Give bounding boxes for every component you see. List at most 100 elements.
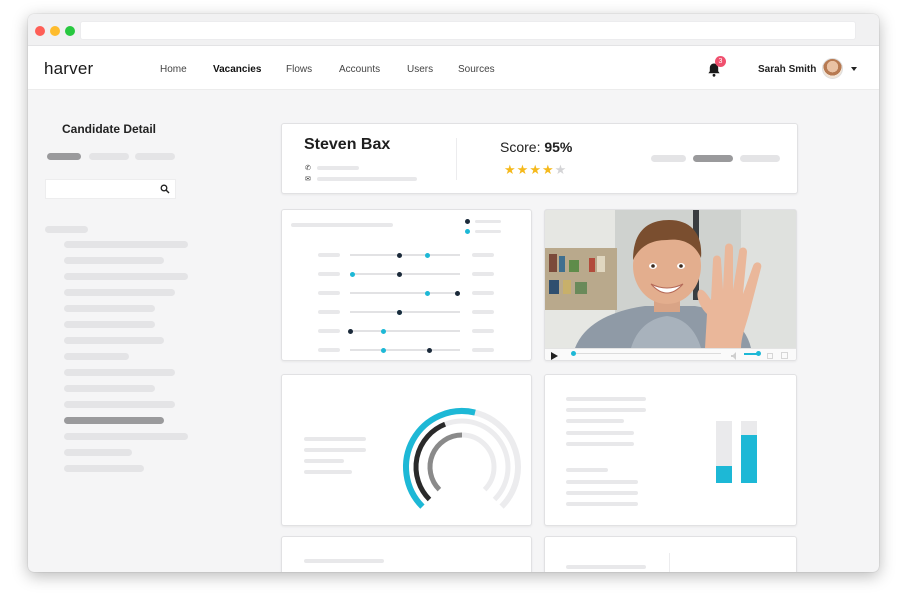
- video-progress-track[interactable]: [576, 353, 721, 354]
- settings-icon[interactable]: [767, 353, 773, 359]
- header-tab-1[interactable]: [651, 155, 686, 162]
- sidebar-item[interactable]: [64, 433, 188, 440]
- score-value: 95%: [544, 139, 573, 155]
- sidebar-item[interactable]: [64, 449, 132, 456]
- user-name[interactable]: Sarah Smith: [758, 64, 816, 75]
- search-input[interactable]: [45, 179, 176, 199]
- summary-card-right: [544, 536, 797, 572]
- bar-chart-card: [544, 374, 797, 526]
- sidebar-item[interactable]: [64, 321, 155, 328]
- sidebar-item[interactable]: [64, 465, 144, 472]
- nav-item-accounts[interactable]: Accounts: [339, 64, 380, 75]
- slider-handle-teal[interactable]: [424, 290, 430, 296]
- nav-item-vacancies[interactable]: Vacancies: [213, 64, 261, 75]
- video-card: [544, 209, 797, 361]
- candidate-header-card: Steven Bax ✆ ✉ Score: 95% ★★★★★: [281, 123, 798, 194]
- slider-handle-navy[interactable]: [397, 252, 402, 258]
- slider-handle-navy[interactable]: [426, 347, 432, 353]
- avatar[interactable]: [822, 58, 843, 79]
- slider-right-label: [472, 291, 494, 295]
- slider-handle-navy[interactable]: [397, 309, 402, 315]
- text-placeholder: [304, 437, 366, 441]
- text-placeholder: [566, 491, 638, 495]
- phone-number-placeholder: [317, 166, 359, 170]
- phone-icon: ✆: [305, 165, 311, 172]
- sidebar-item-active[interactable]: [64, 417, 164, 424]
- sidebar-item[interactable]: [64, 289, 175, 296]
- nav-item-home[interactable]: Home: [160, 64, 187, 75]
- volume-handle[interactable]: [756, 351, 761, 356]
- top-navigation: harver Home Vacancies Flows Accounts Use…: [28, 46, 879, 90]
- slider-right-label: [472, 329, 494, 333]
- nav-item-users[interactable]: Users: [407, 64, 433, 75]
- text-placeholder: [304, 448, 366, 452]
- star-filled-icon: ★: [529, 162, 542, 177]
- bar-value: [716, 466, 732, 483]
- close-window-button[interactable]: [35, 26, 45, 36]
- star-filled-icon: ★: [516, 162, 530, 177]
- slider-left-label: [318, 329, 340, 333]
- sidebar-item[interactable]: [64, 257, 164, 264]
- candidate-name: Steven Bax: [304, 136, 391, 153]
- slider-track: [350, 330, 460, 332]
- text-placeholder: [304, 559, 384, 563]
- text-placeholder: [566, 397, 646, 401]
- slider-right-label: [472, 348, 494, 352]
- text-placeholder: [566, 480, 638, 484]
- minimize-window-button[interactable]: [50, 26, 60, 36]
- slider-handle-teal[interactable]: [349, 271, 355, 277]
- envelope-icon: ✉: [305, 176, 311, 183]
- card-divider: [669, 553, 670, 572]
- radial-chart: [403, 408, 521, 509]
- text-placeholder: [566, 468, 608, 472]
- slider-track: [350, 254, 460, 256]
- sidebar-item[interactable]: [64, 385, 155, 392]
- nav-item-flows[interactable]: Flows: [286, 64, 312, 75]
- card-title-placeholder: [291, 223, 393, 227]
- fullscreen-icon[interactable]: [781, 352, 788, 359]
- text-placeholder: [566, 431, 634, 435]
- maximize-window-button[interactable]: [65, 26, 75, 36]
- assessment-sliders-card: [281, 209, 532, 361]
- slider-handle-teal[interactable]: [380, 347, 386, 353]
- sidebar-tab-2[interactable]: [89, 153, 129, 160]
- slider-handle-navy[interactable]: [397, 271, 402, 277]
- sidebar-item[interactable]: [64, 337, 164, 344]
- score: Score: 95%: [500, 139, 572, 155]
- star-filled-icon: ★: [504, 162, 517, 177]
- text-placeholder: [566, 502, 638, 506]
- slider-right-label: [472, 253, 494, 257]
- star-rating: ★★★★★: [504, 162, 567, 178]
- address-bar[interactable]: [80, 21, 856, 40]
- search-icon[interactable]: [160, 184, 170, 194]
- slider-handle-teal[interactable]: [424, 252, 430, 258]
- sidebar-tab-1[interactable]: [47, 153, 81, 160]
- sidebar-item[interactable]: [64, 305, 155, 312]
- play-icon[interactable]: [551, 352, 558, 360]
- slider-track: [350, 349, 460, 351]
- text-placeholder: [566, 408, 646, 412]
- sidebar-item[interactable]: [64, 273, 188, 280]
- nav-item-sources[interactable]: Sources: [458, 64, 495, 75]
- radial-chart-card: [281, 374, 532, 526]
- legend-teal-label: [475, 230, 501, 233]
- logo[interactable]: harver: [44, 59, 93, 79]
- bar-value: [741, 435, 757, 483]
- chevron-down-icon[interactable]: [851, 67, 857, 71]
- sidebar-item[interactable]: [64, 353, 129, 360]
- slider-left-label: [318, 310, 340, 314]
- star-filled-icon: ★: [541, 162, 555, 177]
- volume-icon[interactable]: [731, 352, 740, 360]
- header-tab-3[interactable]: [740, 155, 780, 162]
- candidate-video[interactable]: [545, 210, 796, 348]
- slider-handle-teal[interactable]: [380, 328, 386, 334]
- slider-handle-navy[interactable]: [347, 328, 353, 334]
- slider-track: [350, 292, 460, 294]
- candidate-video-frame: [545, 210, 796, 348]
- sidebar-item[interactable]: [64, 241, 188, 248]
- slider-handle-navy[interactable]: [455, 290, 461, 296]
- sidebar-tab-3[interactable]: [135, 153, 175, 160]
- sidebar-item[interactable]: [64, 401, 175, 408]
- header-tab-2[interactable]: [693, 155, 733, 162]
- sidebar-item[interactable]: [64, 369, 175, 376]
